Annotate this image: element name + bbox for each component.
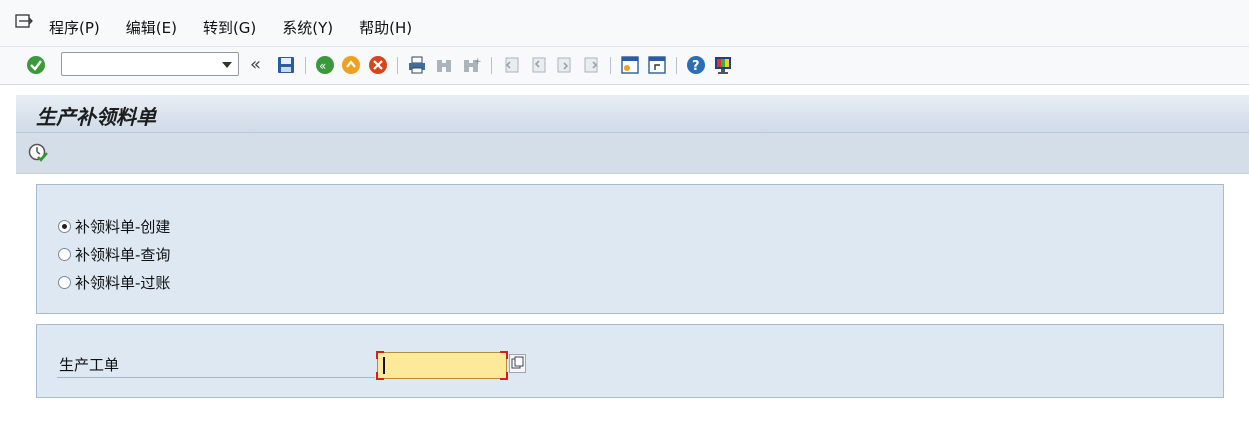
new-session-icon[interactable] — [619, 54, 641, 76]
menu-goto[interactable]: 转到(G) — [203, 17, 256, 38]
required-marker — [500, 372, 508, 380]
radio-option-create[interactable]: 补领料单-创建 — [58, 216, 170, 237]
back-icon[interactable]: « — [314, 54, 336, 76]
radio-button[interactable] — [58, 276, 71, 289]
main-content: 补领料单-创建 补领料单-查询 补领料单-过账 生产工单 — [16, 174, 1249, 426]
execute-icon[interactable] — [27, 142, 49, 168]
first-page-icon[interactable] — [500, 54, 522, 76]
page-title: 生产补领料单 — [36, 105, 156, 129]
svg-text:?: ? — [692, 59, 700, 74]
dropdown-arrow-icon[interactable] — [222, 62, 232, 68]
next-page-icon[interactable] — [554, 54, 576, 76]
radio-option-query[interactable]: 补领料单-查询 — [58, 244, 170, 265]
value-help-icon[interactable] — [509, 354, 526, 373]
save-icon[interactable] — [275, 54, 297, 76]
find-next-icon[interactable]: + — [460, 54, 482, 76]
find-icon[interactable] — [433, 54, 455, 76]
required-marker — [500, 351, 508, 359]
enter-icon[interactable] — [25, 54, 47, 76]
help-icon[interactable]: ? — [685, 54, 707, 76]
required-marker — [376, 351, 384, 359]
toolbar-separator — [397, 57, 398, 74]
toolbar-separator — [610, 57, 611, 74]
radio-label: 补领料单-查询 — [75, 246, 171, 264]
radio-label: 补领料单-创建 — [75, 218, 171, 236]
production-order-input[interactable] — [376, 351, 508, 380]
radio-option-post[interactable]: 补领料单-过账 — [58, 272, 170, 293]
menu-system[interactable]: 系统(Y) — [282, 17, 333, 38]
standard-toolbar: « « + ? — [0, 47, 1249, 85]
production-order-label: 生产工单 — [59, 356, 120, 374]
toolbar-separator — [305, 57, 306, 74]
print-icon[interactable] — [406, 54, 428, 76]
radio-group: 补领料单-创建 补领料单-查询 补领料单-过账 — [36, 184, 1224, 314]
toolbar-separator — [491, 57, 492, 74]
collapse-command-icon[interactable]: « — [250, 54, 261, 75]
prev-page-icon[interactable] — [527, 54, 549, 76]
radio-button[interactable] — [58, 220, 71, 233]
svg-text:+: + — [474, 57, 481, 67]
field-group: 生产工单 — [36, 324, 1224, 398]
field-underline — [57, 377, 375, 378]
system-menu-icon[interactable] — [15, 13, 35, 35]
radio-button[interactable] — [58, 248, 71, 261]
cancel-icon[interactable] — [367, 54, 389, 76]
menu-bar: 程序(P) 编辑(E) 转到(G) 系统(Y) 帮助(H) — [0, 0, 1249, 47]
screen-title-bar: 生产补领料单 — [16, 95, 1249, 133]
command-field[interactable] — [61, 52, 239, 76]
last-page-icon[interactable] — [581, 54, 603, 76]
layout-icon[interactable] — [712, 54, 734, 76]
svg-text:«: « — [319, 59, 326, 73]
menu-help[interactable]: 帮助(H) — [359, 17, 412, 38]
menu-program[interactable]: 程序(P) — [49, 17, 100, 38]
required-marker — [376, 372, 384, 380]
application-toolbar — [16, 133, 1249, 174]
menu-edit[interactable]: 编辑(E) — [126, 17, 177, 38]
radio-label: 补领料单-过账 — [75, 274, 171, 292]
shortcut-icon[interactable] — [646, 54, 668, 76]
exit-icon[interactable] — [340, 54, 362, 76]
toolbar-separator — [676, 57, 677, 74]
